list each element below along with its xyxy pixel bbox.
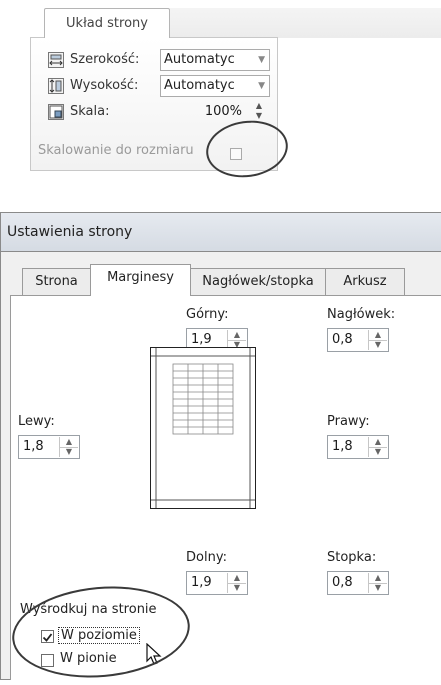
height-value: Automatyc [164,78,235,93]
spin-down-icon[interactable]: ▼ [228,583,246,593]
scale-icon [48,104,64,120]
tab-naglowek-stopka[interactable]: Nagłówek/stopka [190,268,326,295]
width-label: Szerokość: [70,52,140,67]
spin-down-icon[interactable]: ▼ [369,583,387,593]
scale-label: Skala: [70,104,110,119]
tab-arkusz[interactable]: Arkusz [325,268,405,295]
dialog-title: Ustawienia strony [0,212,441,252]
bottom-margin-label: Dolny: [186,550,227,565]
header-margin-spinner[interactable]: 0,8 ▲ ▼ [327,328,389,352]
right-margin-spinner[interactable]: 1,8 ▲ ▼ [327,435,389,459]
spin-up-icon[interactable]: ▲ [252,101,266,111]
height-label: Wysokość: [70,78,139,93]
header-margin-value: 0,8 [332,332,353,347]
header-margin-label: Nagłówek: [327,307,396,322]
top-margin-value: 1,9 [191,332,212,347]
width-value: Automatyc [164,52,235,67]
right-margin-value: 1,8 [332,439,353,454]
footer-margin-value: 0,8 [332,575,353,590]
ribbon-tab-strip [170,8,441,38]
bottom-margin-spinner[interactable]: 1,9 ▲ ▼ [186,571,248,595]
left-margin-value: 1,8 [23,439,44,454]
bottom-margin-value: 1,9 [191,575,212,590]
page-preview [150,347,256,509]
left-margin-label: Lewy: [18,414,55,429]
right-margin-label: Prawy: [327,414,370,429]
tab-marginesy[interactable]: Marginesy [90,264,191,296]
width-combo[interactable]: Automatyc ▼ [160,49,270,71]
width-icon [48,52,64,68]
spin-down-icon[interactable]: ▼ [369,447,387,457]
tab-page-layout[interactable]: Układ strony [44,8,170,38]
spin-down-icon[interactable]: ▼ [369,340,387,350]
height-combo[interactable]: Automatyc ▼ [160,75,270,97]
chevron-down-icon: ▼ [258,81,265,91]
spin-down-icon[interactable]: ▼ [252,111,266,121]
left-margin-spinner[interactable]: 1,8 ▲ ▼ [18,435,80,459]
footer-margin-label: Stopka: [327,550,377,565]
spin-down-icon[interactable]: ▼ [60,447,78,457]
top-margin-label: Górny: [186,307,229,322]
ribbon-group-label: Skalowanie do rozmiaru [38,143,194,158]
footer-margin-spinner[interactable]: 0,8 ▲ ▼ [327,571,389,595]
chevron-down-icon: ▼ [258,55,265,65]
height-icon [48,78,64,94]
tab-strona[interactable]: Strona [22,268,91,295]
page-preview-graphic [151,348,255,508]
